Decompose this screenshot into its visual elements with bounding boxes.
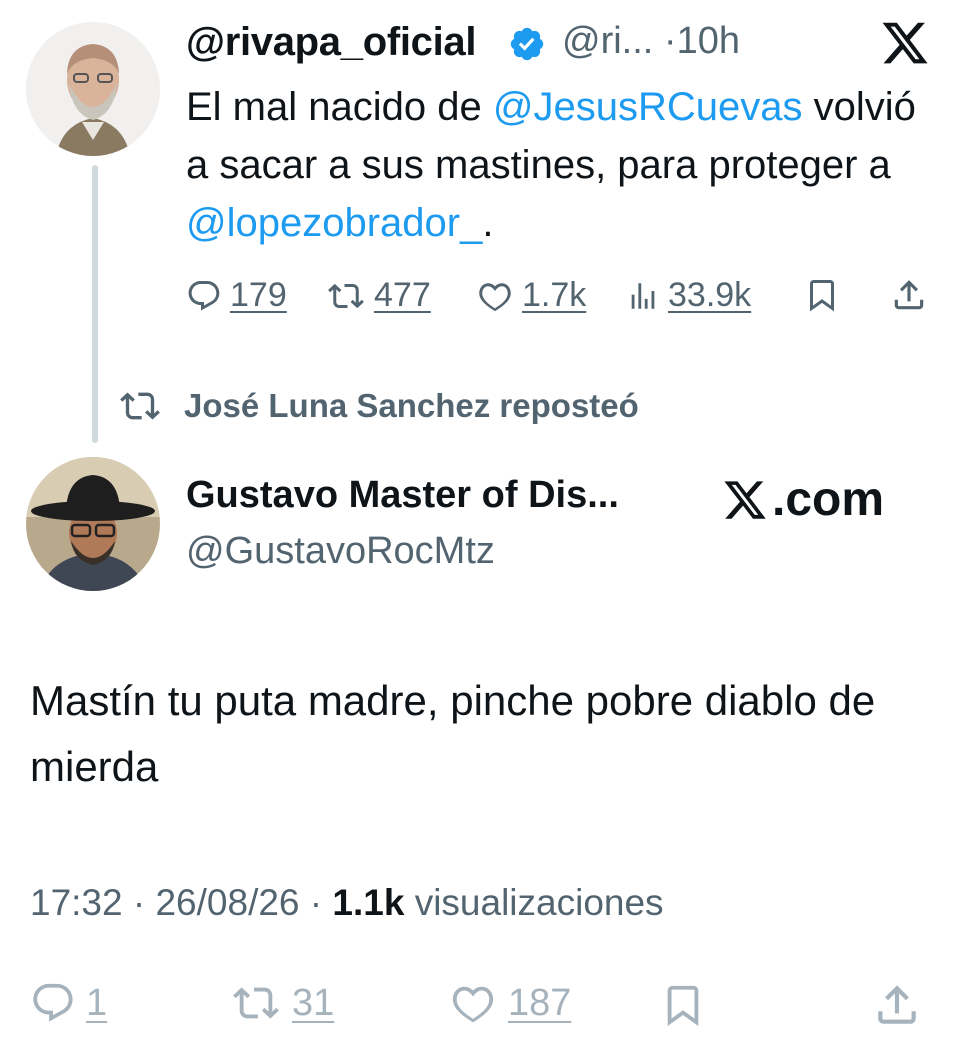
reply-icon — [188, 280, 220, 310]
tweet2-views-count: 1.1k — [332, 882, 405, 923]
avatar-gustavo[interactable] — [26, 457, 160, 591]
tweet2-text: Mastín tu puta madre, pinche pobre diabl… — [30, 677, 876, 790]
thread-connector-line — [92, 165, 98, 443]
bookmark-button[interactable] — [660, 980, 706, 1030]
avatar-rivapa[interactable] — [26, 22, 160, 156]
repost-banner[interactable]: José Luna Sanchez reposteó — [118, 386, 639, 426]
reply-count: 1 — [86, 981, 108, 1024]
views-chart-icon — [631, 282, 655, 309]
like-button[interactable]: 1.7k — [476, 276, 586, 315]
meta-separator: · — [299, 882, 333, 923]
repost-button[interactable]: 477 — [326, 276, 431, 315]
repost-count: 31 — [292, 981, 335, 1024]
share-button[interactable] — [872, 980, 922, 1030]
heart-icon — [452, 986, 494, 1023]
reply-button[interactable]: 179 — [186, 276, 287, 315]
x-com-brand: .com — [720, 472, 884, 527]
tweet1-separator: · — [663, 20, 677, 62]
like-count: 1.7k — [522, 276, 587, 314]
bookmark-icon — [667, 985, 699, 1026]
tweet1-display-name[interactable]: @rivapa_oficial — [186, 20, 477, 65]
tweet1-action-bar: 179 477 1.7k 33.9k — [186, 276, 936, 322]
tweet2-date[interactable]: 26/08/26 — [155, 882, 299, 923]
x-brand-icon — [724, 480, 766, 519]
repost-icon — [233, 987, 279, 1019]
repost-banner-text: José Luna Sanchez reposteó — [184, 387, 639, 424]
like-button[interactable]: 187 — [448, 980, 571, 1026]
repost-icon — [328, 283, 364, 308]
repost-button[interactable]: 31 — [230, 980, 334, 1026]
like-count: 187 — [508, 981, 572, 1024]
share-button[interactable] — [890, 276, 928, 314]
x-logo-icon[interactable] — [878, 18, 932, 68]
repost-banner-icon — [120, 392, 160, 420]
tweet2-handle[interactable]: @GustavoRocMtz — [186, 530, 495, 573]
share-icon — [878, 985, 916, 1024]
tweet1-time[interactable]: 10h — [677, 20, 740, 62]
mention-lopezobrador[interactable]: @lopezobrador_ — [186, 201, 482, 245]
tweet2-display-name[interactable]: Gustavo Master of Dis... — [186, 474, 619, 517]
tweet1-handle-time: @ri... ·10h — [562, 20, 740, 63]
reply-count: 179 — [230, 276, 287, 314]
verified-badge-icon — [510, 27, 544, 61]
reply-icon — [33, 983, 73, 1022]
mention-jesusrcuevas[interactable]: @JesusRCuevas — [493, 85, 803, 129]
meta-separator: · — [122, 882, 156, 923]
tweet1-text: El mal nacido de @JesusRCuevas volvió a … — [186, 78, 916, 252]
tweet2-meta: 17:32 · 26/08/26 · 1.1k visualizaciones — [30, 882, 664, 924]
views-button[interactable]: 33.9k — [626, 276, 751, 315]
share-icon — [894, 280, 924, 310]
tweet1-text-part1: El mal nacido de — [186, 85, 493, 129]
reply-button[interactable]: 1 — [30, 980, 107, 1026]
bookmark-icon — [810, 280, 834, 312]
heart-icon — [479, 282, 511, 311]
tweet2-time[interactable]: 17:32 — [30, 882, 123, 923]
tweet2-views-label: visualizaciones — [414, 882, 664, 923]
tweet2-action-bar: 1 31 187 — [30, 980, 940, 1040]
views-count: 33.9k — [668, 276, 752, 314]
repost-count: 477 — [374, 276, 431, 314]
avatar-image — [26, 457, 160, 591]
x-brand-text: .com — [772, 473, 885, 526]
tweet1-text-part3: . — [482, 201, 494, 245]
avatar-image — [26, 22, 160, 156]
bookmark-button[interactable] — [804, 276, 840, 314]
tweet1-handle[interactable]: @ri... — [562, 20, 653, 62]
